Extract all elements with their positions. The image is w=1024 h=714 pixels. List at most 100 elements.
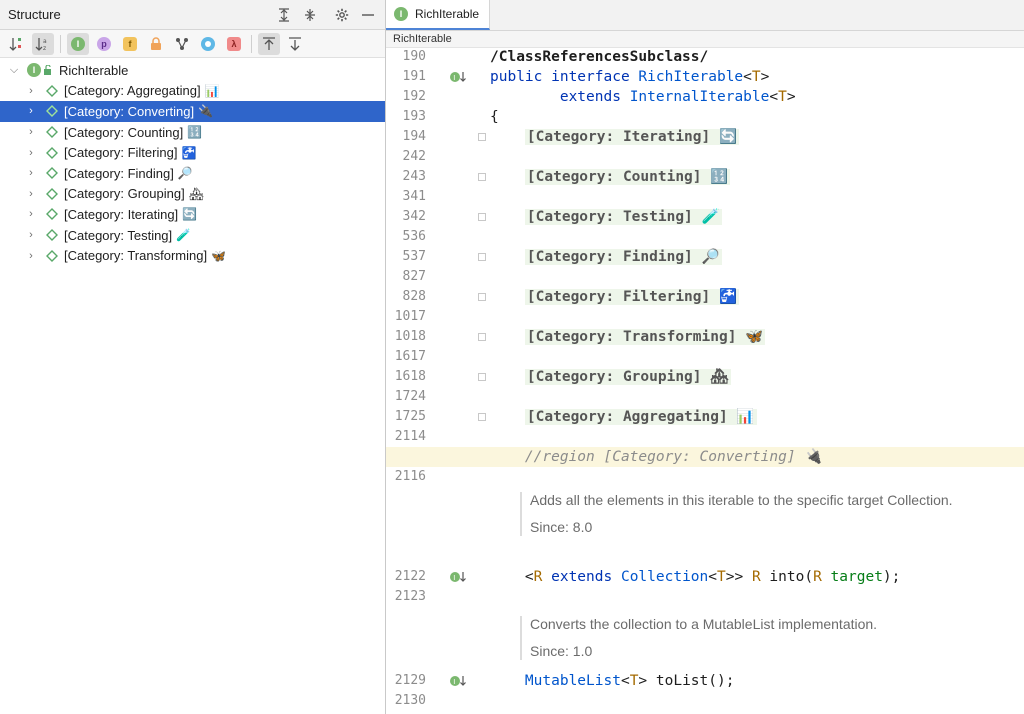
implemented-down-icon[interactable]: I: [450, 570, 466, 587]
expand-all-icon[interactable]: [275, 6, 293, 24]
folded-region[interactable]: [Category: Testing] 🧪: [490, 207, 1024, 227]
tree-item[interactable]: › [Category: Aggregating] 📊: [0, 81, 385, 102]
tree-item[interactable]: › [Category: Finding] 🔎: [0, 163, 385, 184]
structure-toolbar: az I p f λ: [0, 30, 385, 58]
editor-tab-label: RichIterable: [415, 7, 480, 21]
folded-region[interactable]: [Category: Transforming] 🦋: [490, 327, 1024, 347]
chevron-right-icon[interactable]: ›: [24, 147, 38, 159]
tree-item-label: [Category: Transforming]: [64, 248, 208, 264]
show-fields-icon[interactable]: f: [119, 33, 141, 55]
folded-region-label: [Category: Finding] 🔎: [524, 249, 722, 265]
autoscroll-to-source-icon[interactable]: [258, 32, 280, 55]
show-properties-icon[interactable]: p: [93, 33, 115, 55]
toolbar-divider: [251, 34, 252, 53]
line-number: 1724: [394, 389, 426, 404]
line-number: 1618: [394, 369, 426, 384]
line-number: 191: [402, 69, 426, 84]
structure-panel-header: Structure: [0, 0, 385, 30]
interface-icon: I: [27, 63, 41, 78]
tree-item[interactable]: › [Category: Grouping] 🏘: [0, 184, 385, 205]
folded-region[interactable]: [Category: Filtering] 🚰: [490, 287, 1024, 307]
minimize-icon[interactable]: [359, 6, 377, 24]
editor-tab[interactable]: I RichIterable: [386, 0, 491, 30]
folded-region[interactable]: [Category: Finding] 🔎: [490, 247, 1024, 267]
javadoc-since: Since: 1.0: [530, 643, 593, 659]
javadoc-text: Adds all the elements in this iterable t…: [530, 492, 953, 508]
show-anonymous-icon[interactable]: [197, 33, 219, 55]
line-number: 2122: [394, 569, 426, 584]
svg-text:I: I: [453, 678, 455, 686]
tree-item[interactable]: › [Category: Counting] 🔢: [0, 122, 385, 143]
chevron-right-icon[interactable]: ›: [24, 85, 38, 97]
line-number: 190: [402, 49, 426, 64]
show-non-public-icon[interactable]: [145, 33, 167, 55]
chevron-right-icon[interactable]: ›: [24, 105, 38, 117]
gutter-line: 2116: [386, 467, 482, 487]
breadcrumb[interactable]: RichIterable: [386, 31, 1024, 48]
gutter-line: 243: [386, 167, 486, 187]
folded-region[interactable]: [Category: Counting] 🔢: [490, 167, 1024, 187]
collapse-all-icon[interactable]: [301, 6, 319, 24]
tree-item[interactable]: › [Category: Testing] 🧪: [0, 225, 385, 246]
folded-region[interactable]: [Category: Aggregating] 📊: [490, 407, 1024, 427]
chevron-down-icon[interactable]: ⌵: [7, 64, 21, 77]
fold-toggle-icon[interactable]: [478, 333, 486, 341]
region-icon: [46, 229, 58, 242]
implemented-down-icon[interactable]: I: [450, 674, 466, 691]
line-number: 243: [402, 169, 426, 184]
code-line: <R extends Collection<T>> R into(R targe…: [524, 569, 901, 585]
editor-tab-bar: I RichIterable: [386, 0, 1024, 31]
fold-toggle-icon[interactable]: [478, 373, 486, 381]
structure-tree: ⌵ I RichIterable › [Category: Aggregating…: [0, 60, 385, 266]
chevron-right-icon[interactable]: ›: [24, 126, 38, 138]
tree-item[interactable]: › [Category: Converting] 🔌: [0, 101, 385, 122]
sort-by-visibility-icon[interactable]: [6, 33, 28, 55]
implemented-down-icon[interactable]: I: [450, 70, 466, 87]
tree-item-label: [Category: Grouping]: [64, 186, 185, 202]
tree-item[interactable]: › [Category: Iterating] 🔄: [0, 204, 385, 225]
show-inherited-icon[interactable]: I: [67, 32, 89, 55]
fold-toggle-icon[interactable]: [478, 413, 486, 421]
gutter-line: 536: [386, 227, 482, 247]
gutter-line: 1725: [386, 407, 486, 427]
gear-icon[interactable]: [333, 6, 351, 24]
region-icon: [46, 105, 58, 118]
line-number: 828: [402, 289, 426, 304]
chevron-right-icon[interactable]: ›: [24, 167, 38, 179]
javadoc-block: Converts the collection to a MutableList…: [520, 616, 1024, 660]
gutter-line: 1018: [386, 327, 486, 347]
line-number: 242: [402, 149, 426, 164]
fold-toggle-icon[interactable]: [478, 293, 486, 301]
autoscroll-from-source-icon[interactable]: [284, 33, 306, 55]
fold-toggle-icon[interactable]: [478, 213, 486, 221]
show-hierarchy-icon[interactable]: [171, 33, 193, 55]
tree-item[interactable]: › [Category: Transforming] 🦋: [0, 245, 385, 266]
folded-region[interactable]: [Category: Grouping] 🏘: [490, 367, 1024, 387]
chevron-right-icon[interactable]: ›: [24, 208, 38, 220]
interface-icon: I: [394, 7, 408, 21]
line-number: 192: [402, 89, 426, 104]
structure-panel: Structure az I p f λ ⌵ I RichIterable › …: [0, 0, 386, 714]
line-number: 194: [402, 129, 426, 144]
tree-item[interactable]: › [Category: Filtering] 🚰: [0, 142, 385, 163]
unlock-icon: [44, 63, 53, 78]
svg-text:a: a: [43, 38, 47, 45]
folded-region-label: [Category: Aggregating] 📊: [524, 409, 757, 425]
folded-region[interactable]: [Category: Iterating] 🔄: [490, 127, 1024, 147]
line-number: 1725: [394, 409, 426, 424]
chevron-right-icon[interactable]: ›: [24, 229, 38, 241]
region-icon: [46, 249, 58, 262]
folded-region-label: [Category: Testing] 🧪: [524, 209, 722, 225]
fold-toggle-icon[interactable]: [478, 133, 486, 141]
chevron-right-icon[interactable]: ›: [24, 188, 38, 200]
gutter-line: 341: [386, 187, 482, 207]
tree-root[interactable]: ⌵ I RichIterable: [0, 60, 385, 81]
fold-toggle-icon[interactable]: [478, 253, 486, 261]
code-line: {: [490, 109, 499, 125]
show-lambdas-icon[interactable]: λ: [223, 33, 245, 55]
sort-alphabetically-icon[interactable]: az: [32, 32, 54, 55]
fold-toggle-icon[interactable]: [478, 173, 486, 181]
gutter-line: 1017: [386, 307, 482, 327]
chevron-right-icon[interactable]: ›: [24, 250, 38, 262]
region-icon: [46, 187, 58, 200]
